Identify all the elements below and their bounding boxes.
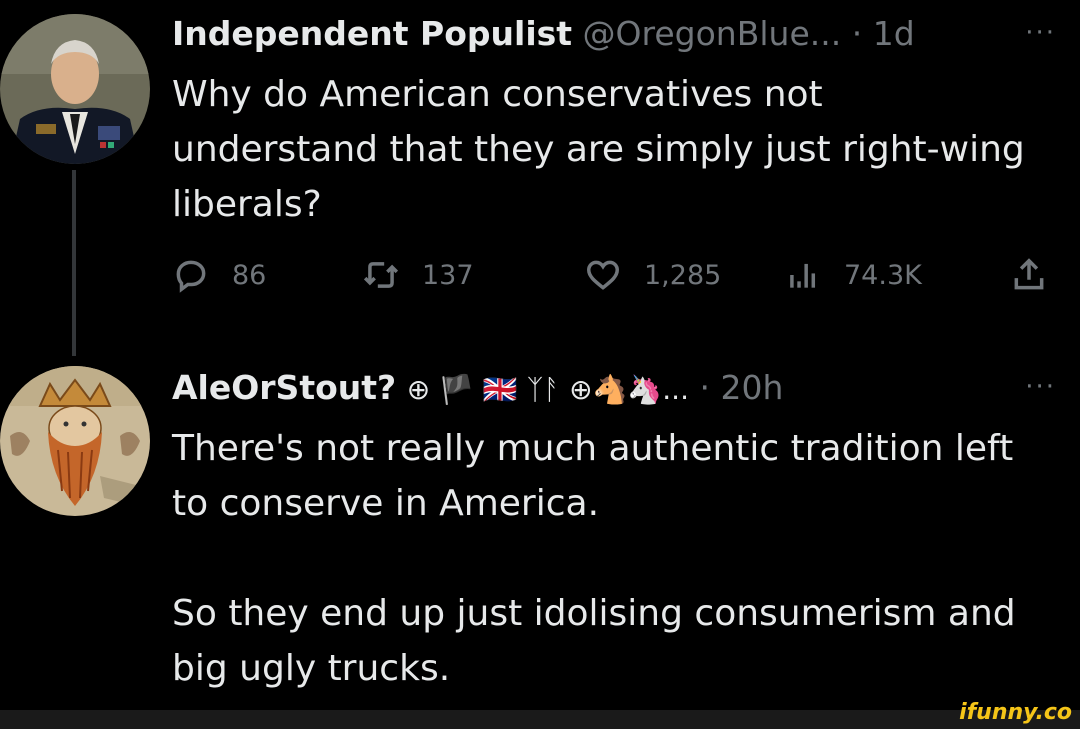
view-count: 74.3K — [844, 259, 922, 291]
separator-dot: · — [851, 14, 863, 53]
ifunny-watermark: ifunny.co — [959, 700, 1072, 725]
retweet-button[interactable]: 137 — [362, 250, 474, 300]
more-options-icon[interactable]: ··· — [1025, 372, 1056, 402]
like-count: 1,285 — [644, 259, 722, 291]
reply-count: 86 — [232, 259, 267, 291]
reply-button[interactable]: 86 — [172, 250, 266, 300]
thread-connector-line — [72, 170, 76, 356]
portrait-image — [0, 14, 150, 164]
author-name[interactable]: Independent Populist — [172, 14, 572, 53]
tweet-paragraph: Why do American conservatives not unders… — [172, 74, 1025, 225]
footer-bar — [0, 710, 1080, 729]
retweet-icon — [363, 262, 399, 288]
retweet-count: 137 — [422, 259, 474, 291]
medieval-king-image — [0, 366, 150, 516]
tweet-2-header: AleOrStout? ⊕ 🏴 🇬🇧 ᛉᚨ ⊕🐴🦄... · 20h — [172, 368, 783, 410]
tweet-paragraph: There's not really much authentic tradit… — [172, 428, 1014, 524]
avatar-independent-populist[interactable] — [0, 14, 150, 164]
author-name[interactable]: AleOrStout? — [172, 368, 396, 407]
views-icon — [790, 263, 816, 288]
share-button[interactable] — [1010, 250, 1070, 300]
views-button[interactable]: 74.3K — [784, 250, 922, 300]
tweet-timestamp[interactable]: 1d — [873, 14, 915, 53]
more-options-icon[interactable]: ··· — [1025, 18, 1056, 48]
tweet-1-action-bar: 86 137 1,285 74.3K — [172, 250, 1062, 300]
name-badge-emojis: ⊕ 🏴 🇬🇧 ᛉᚨ ⊕🐴🦄... — [406, 373, 689, 406]
share-icon — [1014, 258, 1044, 290]
separator-dot: · — [699, 368, 710, 407]
tweet-paragraph: So they end up just idolising consumeris… — [172, 593, 1016, 689]
tweet-timestamp[interactable]: 20h — [720, 368, 783, 407]
author-handle[interactable]: @OregonBlue... — [583, 14, 842, 53]
avatar-aleorstout[interactable] — [0, 366, 150, 516]
like-icon — [587, 260, 619, 290]
tweet-1-text: Why do American conservatives not unders… — [172, 67, 1032, 232]
like-button[interactable]: 1,285 — [584, 250, 721, 300]
tweet-1-header: Independent Populist @OregonBlue... · 1d — [172, 14, 915, 54]
reply-icon — [176, 260, 206, 293]
tweet-2-text: There's not really much authentic tradit… — [172, 421, 1032, 696]
